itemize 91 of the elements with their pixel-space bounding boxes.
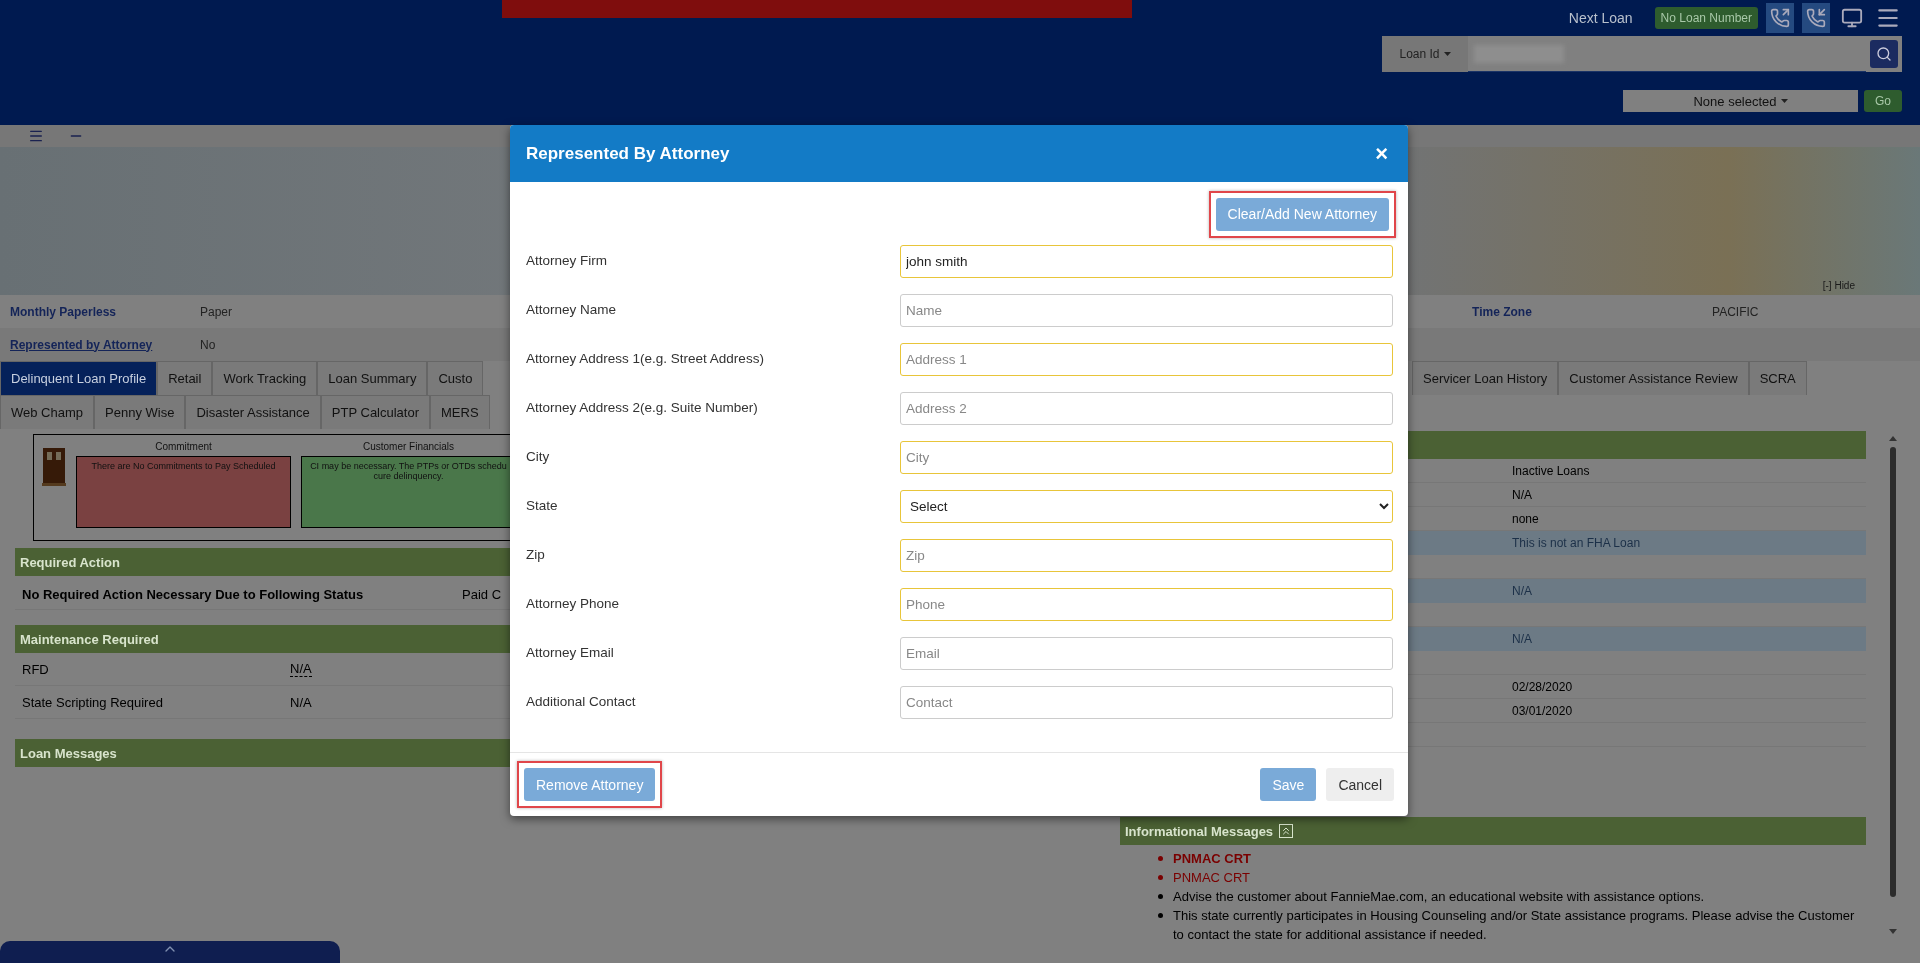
row-value: N/A [290, 661, 312, 677]
tab[interactable]: Servicer Loan History [1412, 361, 1559, 395]
bullet-icon [1158, 894, 1163, 899]
save-button[interactable]: Save [1260, 768, 1317, 801]
info-value: Paper [200, 304, 233, 319]
row-label: State Scripting Required [22, 694, 164, 710]
cancel-button[interactable]: Cancel [1326, 768, 1394, 801]
next-loan-label: Next Loan [1568, 10, 1633, 26]
tab[interactable]: SCRA [1748, 361, 1807, 395]
field-label: City [526, 448, 551, 464]
input-field[interactable]: Address 1 [900, 343, 1393, 376]
input-field[interactable]: City [900, 441, 1393, 474]
tab[interactable]: Customer Assistance Review [1558, 361, 1749, 395]
tab[interactable]: MERS [430, 395, 490, 429]
field-label: Attorney Email [526, 644, 615, 660]
clear-attorney-button[interactable]: Clear/Add New Attorney [1215, 197, 1389, 231]
row-value: N/A [1512, 487, 1532, 502]
input-field[interactable]: Zip [900, 539, 1393, 572]
input-field[interactable]: Name [900, 294, 1393, 327]
message-text: PNMAC CRT [1173, 869, 1251, 887]
input-field[interactable]: john smith [900, 245, 1393, 278]
tab[interactable]: Delinquent Loan Profile [0, 361, 158, 395]
field-label: Attorney Address 1(e.g. Street Address) [526, 350, 765, 366]
input-field[interactable]: Phone [900, 588, 1393, 621]
info-value: PACIFIC [1712, 304, 1759, 319]
tab[interactable]: Retail [157, 361, 213, 395]
tab[interactable]: Disaster Assistance [185, 395, 321, 429]
hide-link[interactable]: [-] Hide [1822, 280, 1855, 291]
message-text: Advise the customer about FannieMae.com, an educational website with assistance options. [1173, 888, 1705, 906]
search-type-dropdown[interactable]: Loan Id [1382, 36, 1468, 72]
field-label: Additional Contact [526, 693, 637, 709]
close-button[interactable]: × [1371, 140, 1392, 167]
field-label: Attorney Firm [526, 252, 608, 268]
bullet-icon [1158, 913, 1163, 918]
menu-icon[interactable] [28, 128, 44, 144]
panel-title: Customer Financials [362, 441, 455, 452]
section-title: Loan Messages [20, 745, 117, 761]
bullet-icon [1158, 875, 1163, 880]
row-value: This is not an FHA Loan [1512, 536, 1641, 550]
row-value: 03/01/2020 [1512, 703, 1573, 718]
go-button[interactable]: Go [1864, 90, 1902, 112]
caret-icon [1780, 99, 1788, 103]
message-text: PNMAC CRT [1173, 850, 1251, 868]
panel-title: Commitment [155, 441, 212, 452]
caret-icon [1443, 52, 1451, 56]
message-text: This state currently participates in Housing Counseling and/or State assistance programs. Please advise the Customer to contact the state for additional assistance if needed. [1173, 907, 1856, 944]
dialog-title: Represented By Attorney [526, 143, 730, 164]
outgoing-call-icon[interactable] [1766, 3, 1794, 33]
row-value: N/A [290, 694, 312, 710]
tab[interactable]: Penny Wise [94, 395, 186, 429]
tab[interactable]: Loan Summary [317, 361, 428, 395]
action-message: No Required Action Necessary Due to Following Status [22, 587, 365, 602]
row-label: RFD [22, 661, 50, 677]
incoming-call-icon[interactable] [1802, 3, 1830, 33]
tab[interactable]: Web Champ [0, 395, 94, 429]
attorney-link[interactable]: Represented by Attorney [0, 337, 200, 352]
input-field[interactable]: Contact [900, 686, 1393, 719]
field-label: Zip [526, 546, 546, 562]
status-text: Paid C [462, 587, 502, 602]
row-value: N/A [1512, 632, 1532, 646]
input-field[interactable]: Email [900, 637, 1393, 670]
door-icon [42, 447, 66, 487]
section-title: Maintenance Required [20, 631, 159, 647]
field-label: Attorney Phone [526, 595, 621, 611]
remove-attorney-button[interactable]: Remove Attorney [524, 768, 656, 801]
filter-dropdown[interactable]: None selected [1623, 90, 1858, 112]
section-title: Required Action [20, 554, 120, 570]
input-field[interactable]: Address 2 [900, 392, 1393, 425]
tab[interactable]: PTP Calculator [320, 395, 430, 429]
state-select[interactable]: Select [900, 490, 1393, 523]
bullet-icon [1158, 856, 1163, 861]
loan-number-button[interactable]: No Loan Number [1654, 7, 1758, 29]
info-label: Monthly Paperless [9, 304, 118, 319]
field-label: Attorney Address 2(e.g. Suite Number) [526, 399, 759, 415]
tab[interactable]: Custo [427, 361, 484, 395]
info-value: No [200, 337, 216, 352]
search-icon [1876, 45, 1892, 63]
row-value: N/A [1512, 584, 1532, 598]
info-label: Time Zone [1472, 304, 1533, 319]
search-button[interactable] [1870, 40, 1898, 68]
field-label: Attorney Name [526, 301, 618, 317]
status-text: CI may be necessary. The PTPs or OTDs schedu [310, 461, 507, 471]
section-title: Informational Messages [1125, 823, 1274, 839]
status-text: There are No Commitments to Pay Scheduled [91, 461, 276, 471]
field-label: State [526, 497, 559, 513]
status-text: cure delinquency. [373, 471, 444, 481]
row-value: none [1512, 511, 1539, 526]
collapse-icon[interactable] [1279, 824, 1294, 838]
row-value: 02/28/2020 [1512, 679, 1573, 694]
row-value: Inactive Loans [1512, 463, 1590, 478]
tab[interactable]: Work Tracking [212, 361, 318, 395]
